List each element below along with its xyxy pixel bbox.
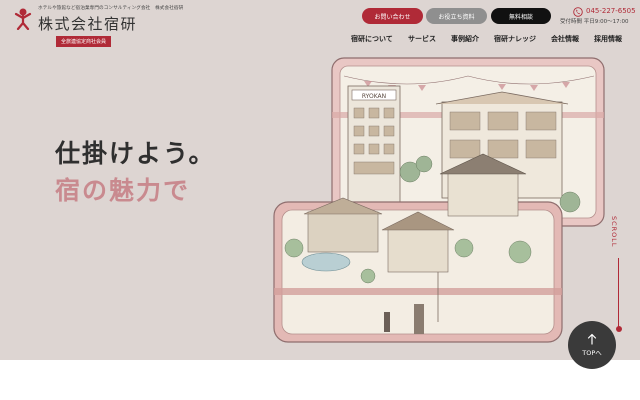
nav-case-studies[interactable]: 事例紹介 bbox=[451, 34, 479, 44]
phone-icon bbox=[573, 7, 583, 17]
contact-button[interactable]: お問い合わせ bbox=[362, 8, 423, 24]
hero-section: ホテルや旅館など宿泊業専門のコンサルティング会社 株式会社宿研 株式会社宿研 全… bbox=[0, 0, 640, 360]
suitcase-ryokan-illustration: RYOKAN bbox=[273, 57, 605, 343]
scroll-indicator-dot bbox=[615, 326, 622, 332]
nav-recruit[interactable]: 採用情報 bbox=[594, 34, 622, 44]
logo-tagline: ホテルや旅館など宿泊業専門のコンサルティング会社 株式会社宿研 bbox=[38, 6, 184, 11]
nav-services[interactable]: サービス bbox=[408, 34, 436, 44]
arrow-up-icon bbox=[587, 333, 597, 345]
business-hours: 受付時間 平日9:00～17:00 bbox=[560, 19, 629, 25]
hero-catch-line-2: 宿の魅力で bbox=[55, 176, 191, 205]
illustration-ryokan-sign: RYOKAN bbox=[362, 93, 386, 100]
member-badge: 全旅連協定商社会員 bbox=[56, 36, 112, 47]
documents-button[interactable]: お役立ち資料 bbox=[426, 8, 487, 24]
nav-knowledge[interactable]: 宿研ナレッジ bbox=[494, 34, 536, 44]
back-to-top-button[interactable]: TOPへ bbox=[568, 321, 616, 369]
scroll-indicator-line bbox=[618, 258, 619, 328]
hero-catch-line-1: 仕掛けよう。 bbox=[55, 139, 216, 168]
company-logo-text[interactable]: 株式会社宿研 bbox=[38, 13, 137, 34]
nav-about[interactable]: 宿研について bbox=[351, 34, 393, 44]
logo-mascot-icon[interactable] bbox=[12, 6, 34, 30]
scroll-indicator-label[interactable]: SCROLL bbox=[610, 216, 618, 248]
next-section bbox=[0, 360, 640, 400]
free-consultation-button[interactable]: 無料相談 bbox=[491, 8, 551, 24]
back-to-top-label: TOPへ bbox=[582, 349, 602, 357]
nav-company-info[interactable]: 会社情報 bbox=[551, 34, 579, 44]
phone-number[interactable]: 045-227-6505 bbox=[586, 7, 636, 15]
